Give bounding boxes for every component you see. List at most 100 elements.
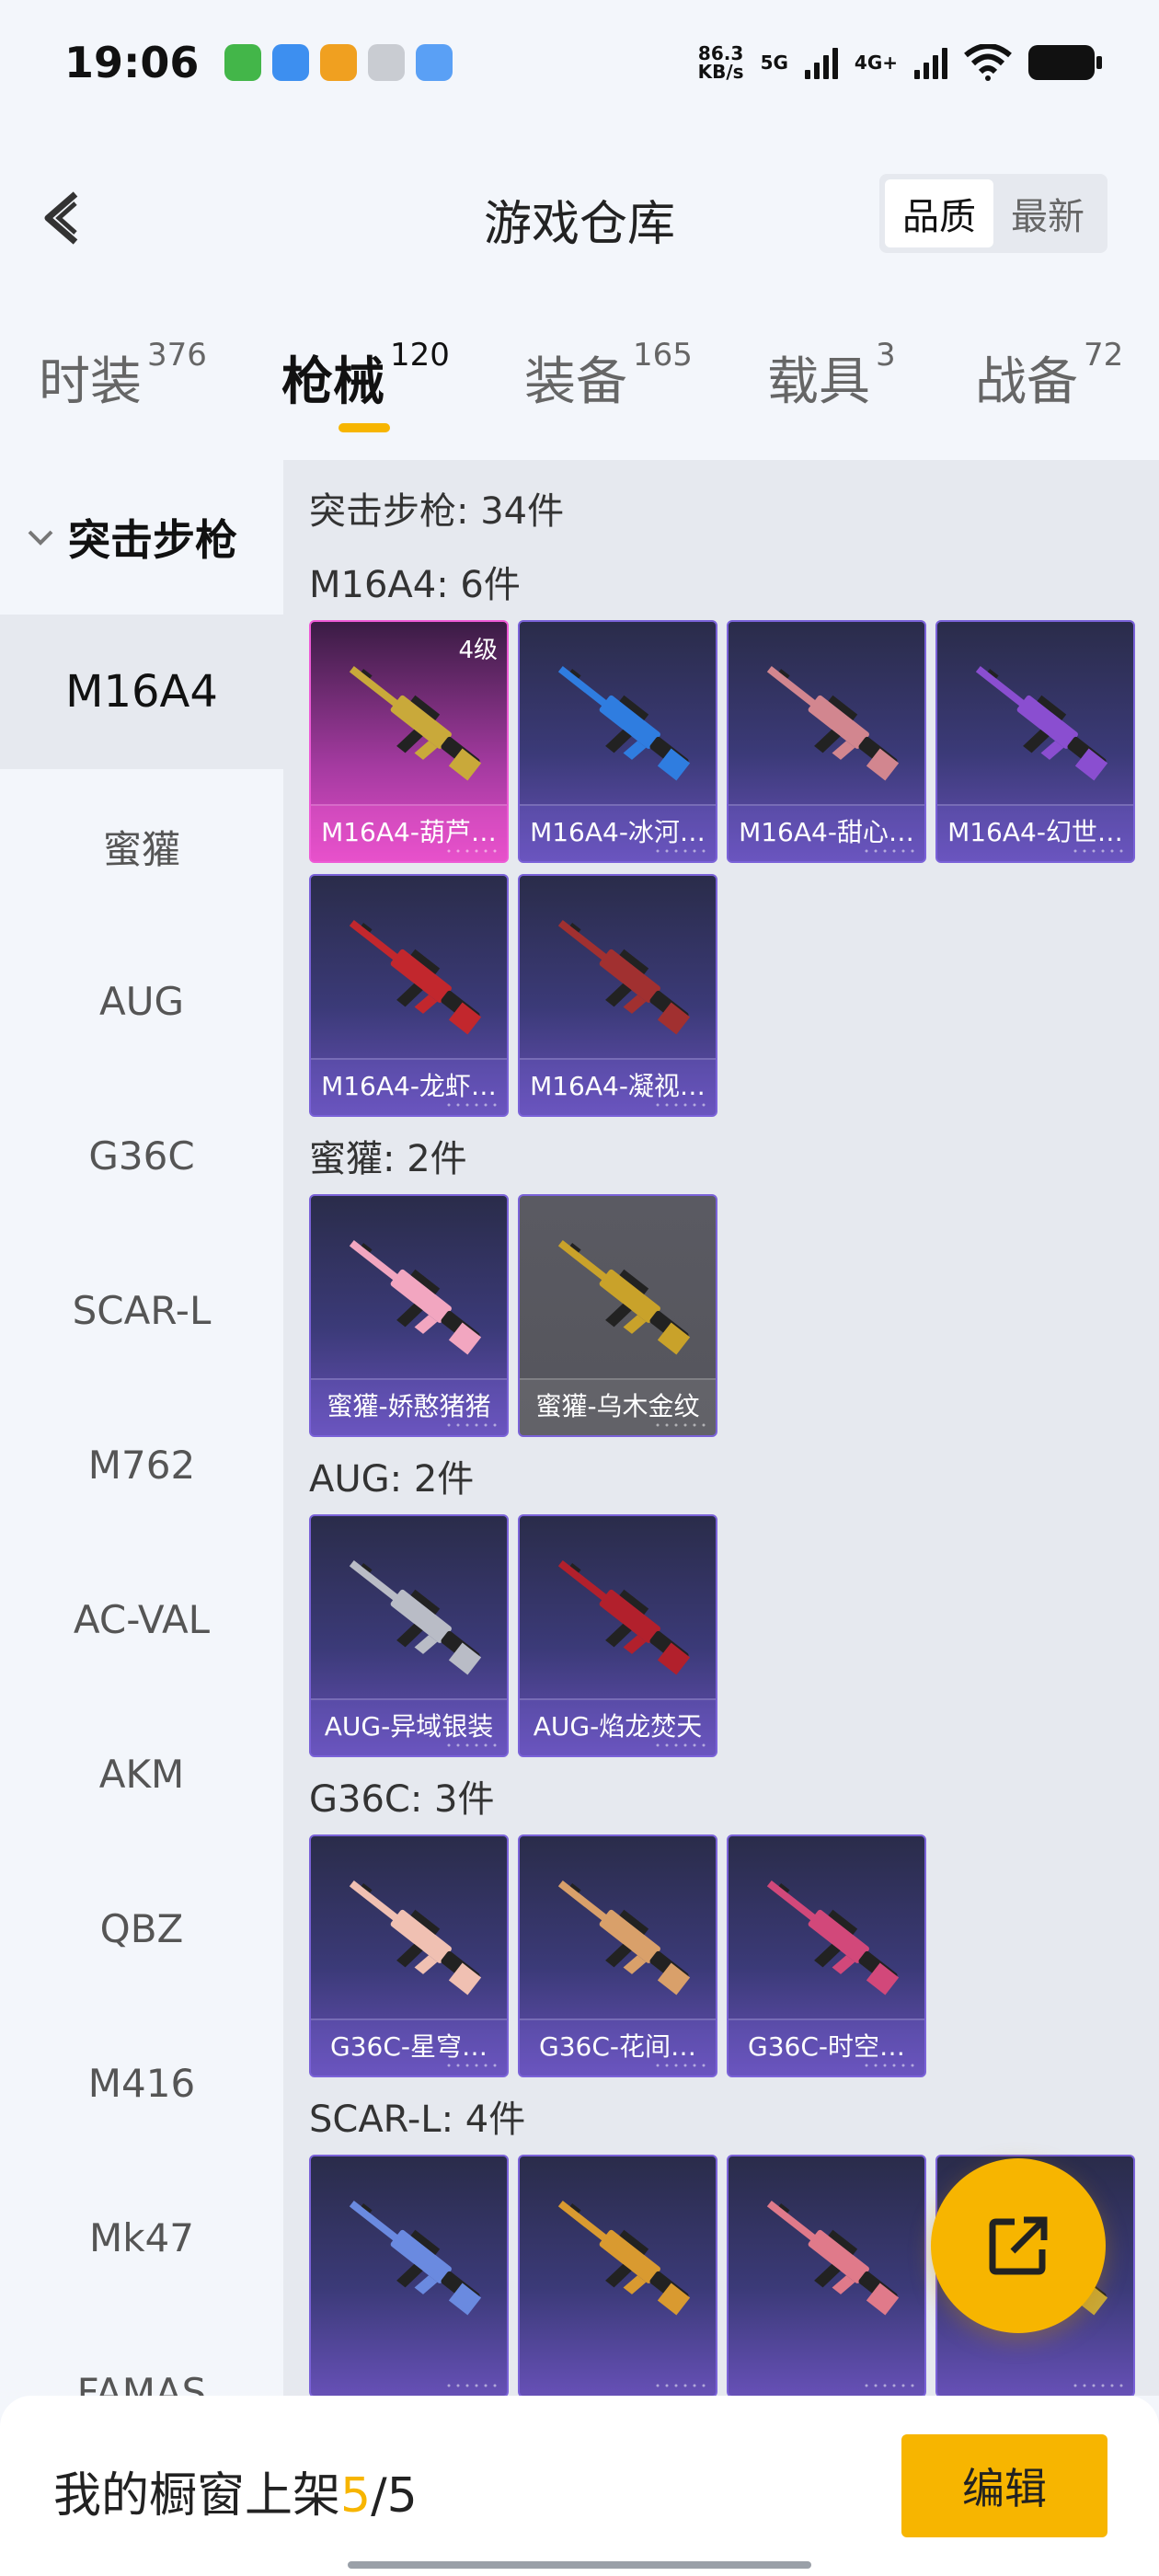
item-level-badge: 4级 [458, 637, 498, 664]
decorative-dots [656, 849, 706, 853]
share-button[interactable] [931, 2158, 1106, 2333]
item-grid: 4级 M16A4-葫芦… M16A4-冰河… M16A4-甜心… M16A4-幻世… M1… [309, 620, 1155, 1117]
sort-option-newest[interactable]: 最新 [993, 179, 1102, 247]
tab-guns[interactable]: 枪械 120 [281, 337, 450, 415]
item-card[interactable]: G36C-星穹… [309, 1834, 509, 2077]
decorative-dots [865, 2384, 914, 2387]
weapon-skin-image [349, 1880, 482, 1995]
weapon-section: G36C: 3件 G36C-星穹… G36C-花间… G36C-时空… [309, 1765, 1155, 2077]
share-icon [989, 2216, 1048, 2275]
tab-fashion[interactable]: 时装 376 [39, 337, 207, 415]
sidebar-item-ac-val[interactable]: AC-VAL [0, 1542, 283, 1696]
sidebar-item-m16a4[interactable]: M16A4 [0, 615, 283, 769]
category-summary: 突击步枪: 34件 [309, 490, 565, 533]
sidebar-item-m416[interactable]: M416 [0, 2006, 283, 2160]
network-speed: 86.3 KB/s [698, 44, 744, 81]
notification-icons [224, 43, 453, 81]
item-card[interactable]: 蜜獾-乌木金纹 [518, 1194, 717, 1437]
decorative-dots [447, 1423, 497, 1427]
sidebar-item-g36c[interactable]: G36C [0, 1078, 283, 1233]
sidebar-item-m762[interactable]: M762 [0, 1387, 283, 1542]
item-card[interactable]: AUG-异域银装 [309, 1514, 509, 1757]
tab-supplies[interactable]: 战备 72 [975, 337, 1124, 415]
tab-count: 72 [1084, 337, 1124, 374]
sidebar-group-assault-rifles[interactable]: 突击步枪 [0, 460, 283, 615]
sections: M16A4: 6件 4级 M16A4-葫芦… M16A4-冰河… M16A4-甜心… M1… [309, 550, 1155, 2396]
decorative-dots [865, 2064, 914, 2067]
sidebar-item-famas[interactable]: FAMAS [0, 2315, 283, 2397]
weapon-skin-image [766, 2201, 900, 2316]
decorative-dots [447, 2384, 497, 2387]
item-card[interactable]: 蜜獾-娇憨猪猪 [309, 1194, 509, 1437]
decorative-dots [656, 2064, 706, 2067]
network-speed-unit: KB/s [697, 60, 744, 83]
weapon-skin-image [766, 666, 900, 781]
weapon-skin-image [766, 1880, 900, 1995]
signal-icon [914, 46, 947, 79]
shelf-total-count: 5 [386, 2468, 418, 2524]
weapon-skin-image [349, 1240, 482, 1355]
item-card[interactable] [309, 2155, 509, 2396]
sort-option-quality[interactable]: 品质 [885, 179, 993, 247]
tab-count: 165 [633, 337, 693, 374]
section-title: 蜜獾: 2件 [309, 1138, 467, 1180]
decorative-dots [1073, 2384, 1123, 2387]
sidebar-item-qbz[interactable]: QBZ [0, 1851, 283, 2006]
item-card[interactable]: M16A4-冰河… [518, 620, 717, 863]
header: 游戏仓库 品质 最新 [0, 161, 1159, 271]
tab-count: 120 [390, 337, 450, 374]
weapon-skin-image [557, 1880, 691, 1995]
item-list[interactable]: 突击步枪: 34件 M16A4: 6件 4级 M16A4-葫芦… M16A4-冰河… M… [283, 460, 1159, 2396]
app-notification-icon [224, 43, 262, 81]
item-card[interactable]: 4级 M16A4-葫芦… [309, 620, 509, 863]
item-card[interactable]: M16A4-龙虾… [309, 874, 509, 1117]
item-card[interactable]: M16A4-甜心… [727, 620, 926, 863]
shelf-separator: / [371, 2468, 387, 2524]
weapon-skin-image [975, 666, 1108, 781]
sidebar-item--[interactable]: 蜜獾 [0, 769, 283, 924]
status-time: 19:06 [64, 37, 200, 87]
weapon-skin-image [557, 666, 691, 781]
wifi-icon [964, 43, 1012, 81]
shelf-current-count: 5 [340, 2468, 372, 2524]
shelf-label: 我的橱窗上架 [53, 2468, 341, 2524]
decorative-dots [865, 849, 914, 853]
sidebar: 突击步枪 M16A4 蜜獾 AUG G36C SCAR-L M762 AC-VAL AKM QB… [0, 460, 283, 2396]
decorative-dots [447, 1103, 497, 1107]
item-card[interactable]: G36C-时空… [727, 1834, 926, 2077]
chevron-down-icon [28, 530, 53, 546]
item-list-inner: 突击步枪: 34件 M16A4: 6件 4级 M16A4-葫芦… M16A4-冰河… M… [309, 478, 1155, 2396]
item-grid: 蜜獾-娇憨猪猪 蜜獾-乌木金纹 [309, 1194, 1155, 1437]
tab-count: 376 [147, 337, 207, 374]
item-grid: G36C-星穹… G36C-花间… G36C-时空… [309, 1834, 1155, 2077]
battery-icon [1028, 44, 1102, 80]
item-card[interactable]: M16A4-凝视… [518, 874, 717, 1117]
sidebar-item-aug[interactable]: AUG [0, 924, 283, 1078]
decorative-dots [447, 1743, 497, 1747]
sidebar-item-akm[interactable]: AKM [0, 1696, 283, 1851]
weapon-skin-image [349, 920, 482, 1035]
edit-button[interactable]: 编辑 [901, 2434, 1107, 2537]
sidebar-item-mk47[interactable]: Mk47 [0, 2160, 283, 2315]
decorative-dots [447, 849, 497, 853]
app-notification-icon [320, 43, 358, 81]
section-title: G36C: 3件 [309, 1778, 495, 1821]
item-card[interactable]: M16A4-幻世… [935, 620, 1135, 863]
bottom-bar: 我的橱窗上架5/5 编辑 [0, 2396, 1159, 2576]
decorative-dots [1073, 849, 1123, 853]
item-card[interactable] [727, 2155, 926, 2396]
section-title: M16A4: 6件 [309, 564, 521, 606]
item-card[interactable]: AUG-焰龙焚天 [518, 1514, 717, 1757]
sort-toggle: 品质 最新 [879, 174, 1107, 253]
item-card[interactable]: G36C-花间… [518, 1834, 717, 2077]
tab-equipment[interactable]: 装备 165 [524, 337, 693, 415]
tab-vehicles[interactable]: 载具 3 [767, 337, 896, 415]
tab-label: 战备 [975, 352, 1078, 412]
item-card[interactable] [518, 2155, 717, 2396]
settings-icon [368, 43, 406, 81]
sidebar-items: M16A4 蜜獾 AUG G36C SCAR-L M762 AC-VAL AKM QBZ M416… [0, 615, 283, 2396]
sidebar-item-scar-l[interactable]: SCAR-L [0, 1233, 283, 1387]
weapon-skin-image [557, 1240, 691, 1355]
decorative-dots [447, 2064, 497, 2067]
app-notification-icon [272, 43, 310, 81]
